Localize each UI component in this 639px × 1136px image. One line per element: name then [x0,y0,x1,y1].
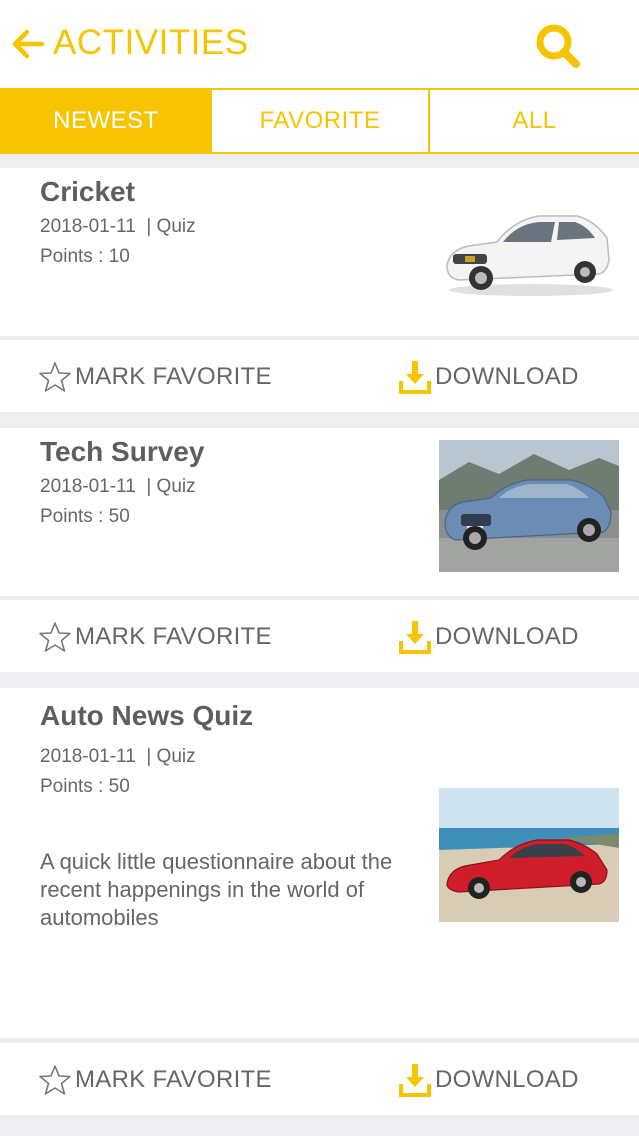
activity-type: | Quiz [146,476,196,497]
activity-title: Cricket [40,176,135,207]
download-button[interactable]: DOWNLOAD [398,618,579,656]
download-button[interactable]: DOWNLOAD [398,1061,579,1099]
activity-title: Auto News Quiz [40,700,254,731]
activity-date-type: 2018-01-11 | Quiz [40,746,196,768]
mark-favorite-button[interactable]: MARK FAVORITE [38,1063,272,1097]
star-outline-icon [39,1065,71,1095]
activity-title: Tech Survey [40,436,205,467]
mark-favorite-label: MARK FAVORITE [75,363,272,390]
activity-card[interactable]: Tech Survey 2018-01-11 | Quiz Points : 5… [0,428,639,596]
white-sedan-car-image [439,198,619,308]
activity-points: Points : 10 [40,246,130,267]
red-sports-sedan-car-image [439,788,619,922]
download-icon [399,621,431,654]
activity-date: 2018-01-11 [40,216,136,237]
page-title: ACTIVITIES [53,23,249,62]
activity-type: | Quiz [146,216,196,237]
app-bar: ACTIVITIES [0,0,639,88]
download-button[interactable]: DOWNLOAD [398,358,579,396]
activity-type: | Quiz [146,746,196,767]
activity-points: Points : 50 [40,506,130,527]
activity-description: A quick little questionnaire about the r… [40,849,393,930]
activity-date: 2018-01-11 [40,476,136,497]
download-icon [399,361,431,394]
mark-favorite-label: MARK FAVORITE [75,1066,272,1093]
arrow-left-icon[interactable] [8,24,48,64]
download-icon [399,1064,431,1097]
download-label: DOWNLOAD [435,1066,579,1093]
activity-points: Points : 50 [40,776,130,797]
search-icon[interactable] [530,18,586,74]
star-outline-icon [39,362,71,392]
tab-newest[interactable]: NEWEST [0,90,212,152]
tab-all[interactable]: ALL [430,90,639,152]
activity-date-type: 2018-01-11 | Quiz [40,476,196,498]
activity-date: 2018-01-11 [40,746,136,767]
activity-actions: MARK FAVORITE DOWNLOAD [0,340,639,412]
tab-bar: NEWEST FAVORITE ALL [0,88,639,154]
activity-date-type: 2018-01-11 | Quiz [40,216,196,238]
download-label: DOWNLOAD [435,363,579,390]
tab-favorite[interactable]: FAVORITE [212,90,430,152]
activity-card[interactable]: Auto News Quiz 2018-01-11 | Quiz Points … [0,688,639,1038]
mark-favorite-label: MARK FAVORITE [75,623,272,650]
activity-card[interactable]: Cricket 2018-01-11 | Quiz Points : 10 [0,168,639,336]
activity-actions: MARK FAVORITE DOWNLOAD [0,600,639,672]
mark-favorite-button[interactable]: MARK FAVORITE [38,360,272,394]
blue-convertible-car-image [439,440,619,572]
mark-favorite-button[interactable]: MARK FAVORITE [38,620,272,654]
download-label: DOWNLOAD [435,623,579,650]
activity-actions: MARK FAVORITE DOWNLOAD [0,1043,639,1115]
star-outline-icon [39,622,71,652]
